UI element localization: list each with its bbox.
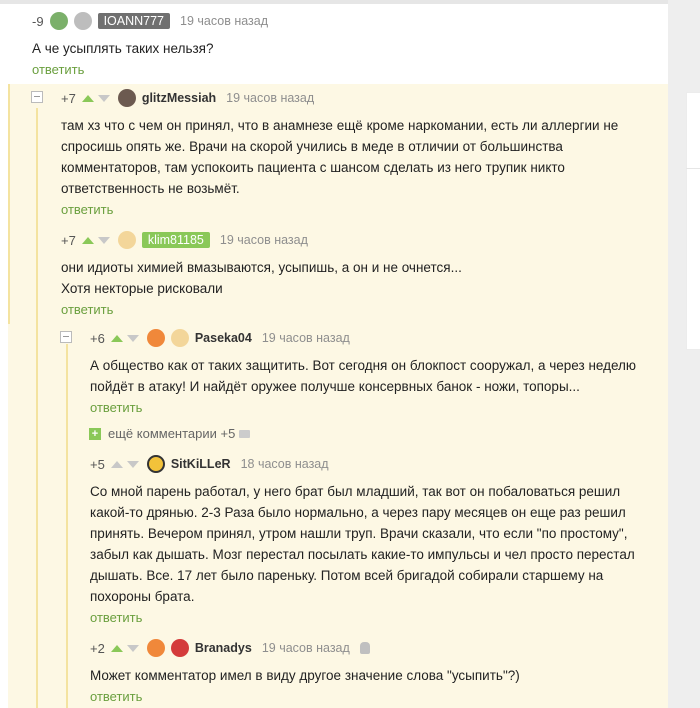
rating: +2: [90, 640, 105, 656]
upvote-arrow[interactable]: [81, 94, 94, 102]
username[interactable]: glitzMessiah: [142, 91, 216, 105]
comment-text: они идиоты химией вмазываются, усыпишь, …: [61, 260, 462, 296]
timestamp[interactable]: 19 часов назад: [220, 233, 308, 247]
downvote-arrow[interactable]: [97, 236, 110, 244]
timestamp[interactable]: 19 часов назад: [262, 641, 350, 655]
user-avatar[interactable]: [146, 455, 165, 473]
thread-guide: [36, 108, 38, 708]
comment-icon: [239, 429, 251, 438]
downvote-arrow[interactable]: [97, 94, 110, 102]
username[interactable]: SitKiLLeR: [171, 457, 231, 471]
user-avatar[interactable]: [146, 639, 165, 657]
user-avatar[interactable]: [49, 12, 68, 30]
collapse-icon[interactable]: [60, 331, 72, 343]
rating: +5: [90, 456, 105, 472]
android-icon: [359, 642, 370, 654]
comment-text: Может комментатор имел в виду другое зна…: [90, 668, 520, 683]
upvote-arrow[interactable]: [110, 644, 123, 652]
reply-link[interactable]: ответить: [90, 400, 142, 415]
rating: +6: [90, 330, 105, 346]
comment-text: Со мной парень работал, у него брат был …: [90, 484, 635, 604]
divider: [0, 0, 668, 4]
comment-text: А че усыплять таких нельзя?: [32, 41, 214, 56]
user-avatar[interactable]: [170, 639, 189, 657]
username[interactable]: Paseka04: [195, 331, 252, 345]
reply-link[interactable]: ответить: [90, 610, 142, 625]
timestamp[interactable]: 18 часов назад: [241, 457, 329, 471]
rating: +7: [61, 90, 76, 106]
username[interactable]: Branadys: [195, 641, 252, 655]
user-avatar[interactable]: [146, 329, 165, 347]
divider: [686, 168, 700, 169]
comment-5: +5 SitKiLLeR 18 часов назад Со мной паре…: [90, 453, 635, 627]
downvote-arrow[interactable]: [126, 460, 139, 468]
plus-icon: +: [89, 427, 101, 440]
comment-1: -9 IOANN777 19 часов назад А че усыплять…: [32, 10, 268, 79]
reply-link[interactable]: ответить: [61, 202, 113, 217]
rating: -9: [32, 13, 44, 29]
timestamp[interactable]: 19 часов назад: [180, 14, 268, 28]
reply-link[interactable]: ответить: [61, 302, 113, 317]
username[interactable]: IOANN777: [97, 13, 171, 29]
thread-guide: [66, 344, 68, 708]
user-avatar[interactable]: [117, 89, 136, 107]
user-avatar[interactable]: [117, 231, 136, 249]
upvote-arrow[interactable]: [110, 460, 123, 468]
username[interactable]: klim81185: [141, 232, 210, 248]
comment-text: там хз что с чем он принял, что в анамне…: [61, 118, 619, 196]
comment-6: +2 Branadys 19 часов назад Может коммент…: [90, 637, 520, 706]
comment-4: +6 Paseka04 19 часов назад А общество ка…: [90, 327, 636, 417]
more-comments-link[interactable]: + ещё комментарии +5: [89, 426, 251, 441]
user-avatar[interactable]: [170, 329, 189, 347]
upvote-arrow[interactable]: [110, 334, 123, 342]
comment-text: А общество как от таких защитить. Вот се…: [90, 358, 637, 394]
reply-link[interactable]: ответить: [90, 689, 142, 704]
side-panel: [686, 92, 700, 350]
timestamp[interactable]: 19 часов назад: [262, 331, 350, 345]
reply-link[interactable]: ответить: [32, 62, 84, 77]
comment-2: +7 glitzMessiah 19 часов назад там хз чт…: [61, 87, 618, 219]
timestamp[interactable]: 19 часов назад: [226, 91, 314, 105]
upvote-arrow[interactable]: [81, 236, 94, 244]
user-avatar[interactable]: [73, 12, 92, 30]
thread-guide: [8, 84, 10, 324]
downvote-arrow[interactable]: [126, 644, 139, 652]
downvote-arrow[interactable]: [126, 334, 139, 342]
rating: +7: [61, 232, 76, 248]
comment-3: +7 klim81185 19 часов назад они идиоты х…: [61, 229, 462, 319]
collapse-icon[interactable]: [31, 91, 43, 103]
